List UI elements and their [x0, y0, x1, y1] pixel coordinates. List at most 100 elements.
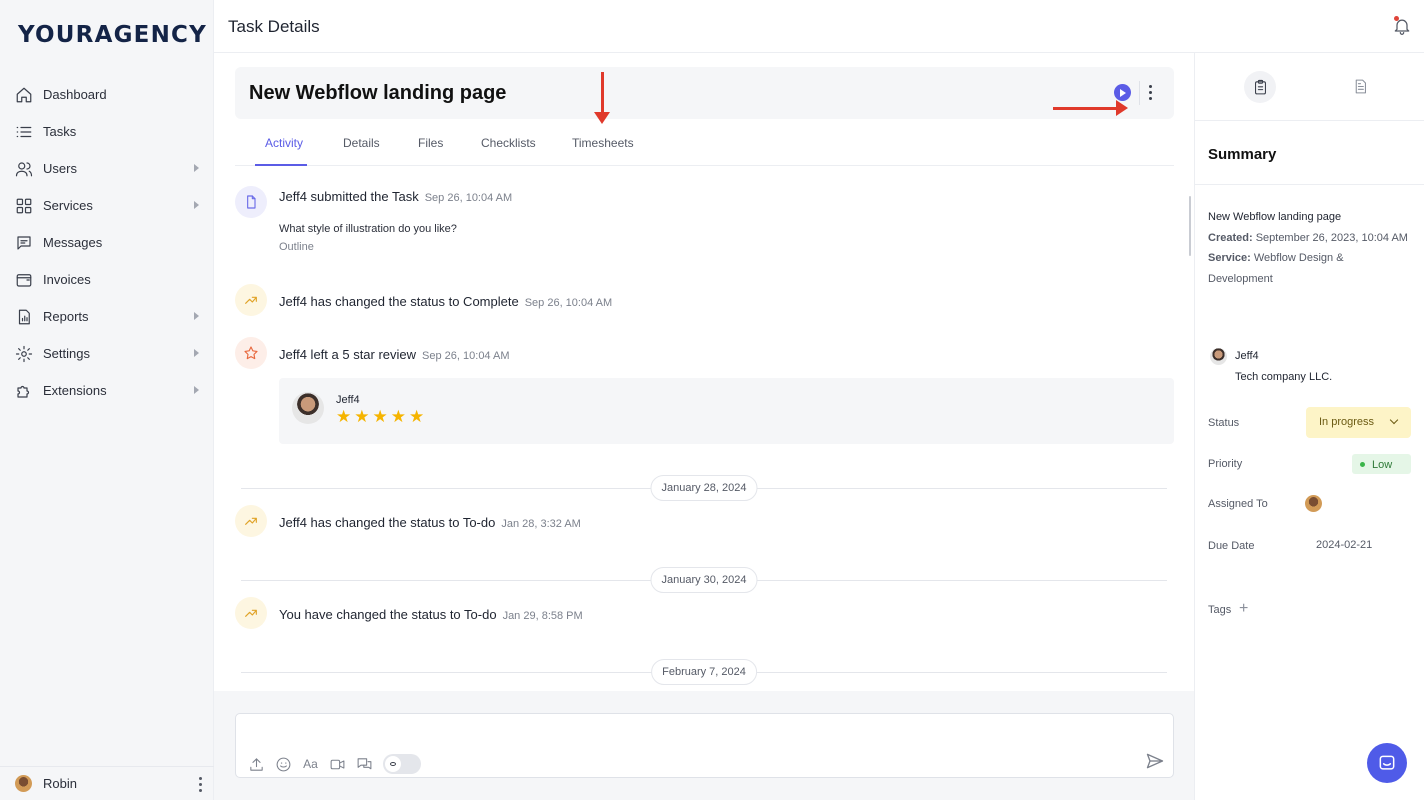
- caret-right-icon: [194, 386, 199, 394]
- chevron-down-icon: [1389, 415, 1399, 425]
- top-bar: Task Details: [214, 0, 1424, 53]
- home-icon: [16, 87, 32, 102]
- current-user[interactable]: Robin: [0, 766, 214, 800]
- activity-text: Jeff4 submitted the Task: [279, 189, 419, 204]
- priority-label: Priority: [1208, 458, 1243, 470]
- star-rating: ★★★★★: [336, 407, 428, 427]
- sidebar-item-services[interactable]: Services: [0, 187, 214, 224]
- priority-value: Low: [1372, 459, 1393, 471]
- summary-created: Created: September 26, 2023, 10:04 AM: [1208, 231, 1408, 244]
- sidebar-item-label: Reports: [43, 309, 89, 324]
- activity-text: You have changed the status to To-do: [279, 607, 497, 622]
- task-title: New Webflow landing page: [249, 82, 507, 104]
- form-answer: Outline: [279, 241, 314, 253]
- client-company: Tech company LLC.: [1235, 371, 1333, 383]
- sidebar-item-label: Invoices: [43, 272, 91, 287]
- brand-logo[interactable]: YOURAGENCY: [18, 22, 207, 48]
- summary-title: Summary: [1208, 146, 1277, 163]
- activity-time: Sep 26, 10:04 AM: [424, 192, 513, 204]
- sidebar-item-label: Services: [43, 198, 93, 213]
- users-icon: [15, 161, 33, 176]
- status-value: In progress: [1319, 416, 1375, 428]
- tab-checklists[interactable]: Checklists: [481, 136, 536, 150]
- video-icon[interactable]: [329, 756, 346, 773]
- notification-dot: [1394, 16, 1399, 21]
- sidebar-item-label: Settings: [43, 346, 90, 361]
- activity-text: Jeff4 has changed the status to Complete: [279, 294, 519, 309]
- tags-label: Tags: [1208, 604, 1232, 616]
- clipboard-tab[interactable]: [1244, 71, 1276, 103]
- date-pill: February 7, 2024: [651, 659, 757, 685]
- chat-bubbles-icon[interactable]: [356, 756, 373, 773]
- date-pill: January 28, 2024: [650, 475, 758, 501]
- activity-time: Sep 26, 10:04 AM: [422, 350, 510, 362]
- trend-icon: [235, 597, 267, 629]
- chat-icon: [1379, 755, 1395, 770]
- activity-item: Jeff4 submitted the Task Sep 26, 10:04 AM: [279, 189, 512, 204]
- upload-icon[interactable]: [248, 756, 265, 773]
- avatar: [292, 392, 324, 424]
- sidebar-item-reports[interactable]: Reports: [0, 298, 214, 335]
- text-format-icon[interactable]: Aa: [302, 757, 319, 771]
- assignee-avatar[interactable]: [1305, 495, 1322, 512]
- report-icon: [18, 309, 30, 324]
- status-label: Status: [1208, 417, 1240, 429]
- assigned-label: Assigned To: [1208, 498, 1268, 510]
- activity-text: Jeff4 left a 5 star review: [279, 347, 417, 362]
- sidebar-item-tasks[interactable]: Tasks: [0, 113, 214, 150]
- wallet-icon: [16, 273, 32, 287]
- reviewer-name: Jeff4: [336, 394, 360, 406]
- document-icon: [235, 186, 267, 218]
- summary-details: New Webflow landing page Created: Septem…: [1208, 207, 1408, 289]
- priority-dot: [1360, 462, 1365, 467]
- tab-details[interactable]: Details: [343, 136, 380, 150]
- sidebar-item-label: Messages: [43, 235, 103, 250]
- activity-feed: Jeff4 submitted the Task Sep 26, 10:04 AM…: [214, 168, 1194, 690]
- due-date-value[interactable]: 2024-02-21: [1316, 539, 1372, 551]
- priority-badge[interactable]: Low: [1352, 454, 1411, 474]
- tab-activity[interactable]: Activity: [265, 136, 303, 150]
- activity-item: Jeff4 has changed the status to Complete…: [279, 294, 612, 309]
- add-tag-icon[interactable]: +: [1239, 601, 1248, 617]
- activity-item: Jeff4 has changed the status to To-do Jan…: [279, 515, 581, 530]
- sidebar-item-dashboard[interactable]: Dashboard: [0, 76, 214, 113]
- message-composer[interactable]: Aa: [235, 713, 1174, 778]
- date-separator: February 7, 2024: [241, 659, 1167, 685]
- composer-area: Aa: [214, 691, 1194, 800]
- start-timer-button[interactable]: [1114, 84, 1131, 101]
- annotation-arrow-right: [1053, 100, 1128, 116]
- tab-files[interactable]: Files: [418, 136, 443, 150]
- message-icon: [17, 235, 31, 250]
- task-tabs: Activity Details Files Checklists Timesh…: [235, 123, 1174, 166]
- emoji-icon[interactable]: [275, 756, 292, 773]
- support-chat-button[interactable]: [1367, 743, 1407, 783]
- date-separator: January 30, 2024: [241, 567, 1167, 593]
- caret-right-icon: [194, 201, 199, 209]
- summary-task-name: New Webflow landing page: [1208, 211, 1342, 223]
- composer-toolbar: Aa: [248, 754, 421, 774]
- status-dropdown[interactable]: In progress: [1306, 407, 1411, 438]
- puzzle-icon: [17, 385, 30, 398]
- scrollbar[interactable]: [1189, 196, 1191, 256]
- more-vertical-icon[interactable]: [1149, 85, 1152, 100]
- sidebar-item-label: Extensions: [43, 383, 107, 398]
- star-icon: [235, 337, 267, 369]
- more-vertical-icon[interactable]: [199, 777, 202, 792]
- sidebar-item-users[interactable]: Users: [0, 150, 214, 187]
- sidebar-item-extensions[interactable]: Extensions: [0, 372, 214, 409]
- active-tab-indicator: [255, 164, 307, 166]
- send-icon[interactable]: [1145, 751, 1165, 771]
- sidebar-item-label: Users: [43, 161, 77, 176]
- eye-icon: [385, 756, 401, 772]
- activity-item: You have changed the status to To-do Jan …: [279, 607, 583, 622]
- tab-timesheets[interactable]: Timesheets: [572, 136, 634, 150]
- notification-bell-icon[interactable]: [1392, 16, 1412, 36]
- visibility-toggle[interactable]: [383, 754, 421, 774]
- divider: [1195, 184, 1424, 185]
- sidebar-item-settings[interactable]: Settings: [0, 335, 214, 372]
- document-tab[interactable]: [1352, 78, 1369, 98]
- sidebar-item-messages[interactable]: Messages: [0, 224, 214, 261]
- sidebar-item-invoices[interactable]: Invoices: [0, 261, 214, 298]
- form-question: What style of illustration do you like?: [279, 223, 457, 235]
- sidebar-item-label: Tasks: [43, 124, 77, 139]
